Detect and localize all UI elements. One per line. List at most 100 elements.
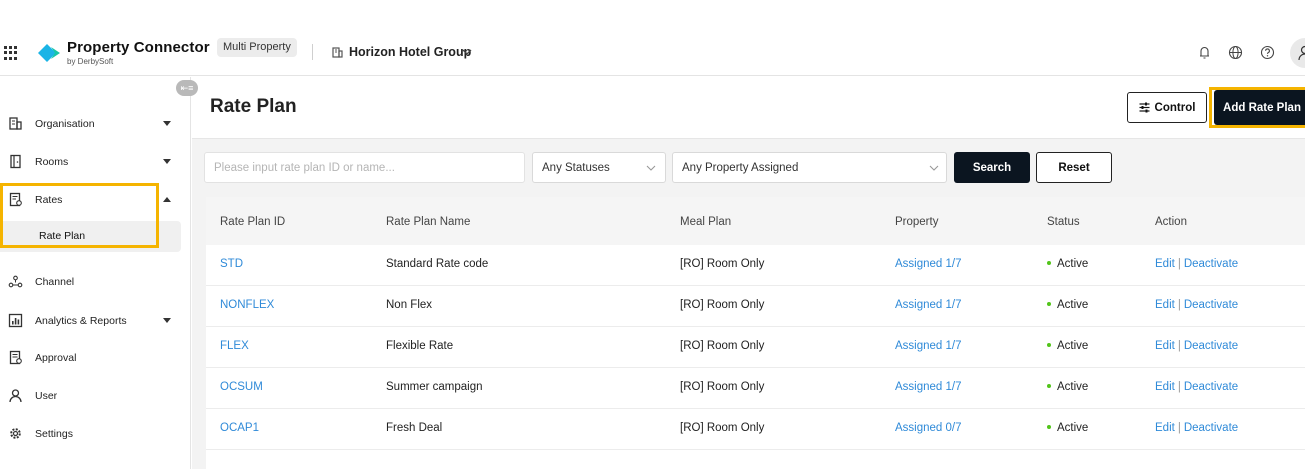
analytics-icon bbox=[8, 313, 23, 328]
sidebar-item-settings[interactable]: Settings bbox=[0, 420, 190, 448]
edit-link[interactable]: Edit bbox=[1155, 340, 1175, 352]
action-cell: Edit | Deactivate bbox=[1155, 381, 1238, 393]
status-text: Active bbox=[1057, 340, 1089, 352]
rate-plan-name: Fresh Deal bbox=[386, 422, 443, 434]
rate-plan-id-link[interactable]: OCSUM bbox=[220, 381, 263, 393]
hotel-group-selector[interactable]: Horizon Hotel Group bbox=[349, 45, 471, 59]
main-content: Rate Plan Control Add Rate Plan Any Stat… bbox=[192, 77, 1305, 469]
rate-plan-search-input[interactable] bbox=[204, 152, 525, 183]
page-title-bar: Rate Plan Control Add Rate Plan bbox=[192, 77, 1305, 139]
edit-link[interactable]: Edit bbox=[1155, 381, 1175, 393]
header-divider bbox=[312, 44, 313, 60]
property-filter-select[interactable]: Any Property Assigned bbox=[672, 152, 947, 183]
sliders-icon bbox=[1139, 102, 1150, 113]
building-icon bbox=[9, 117, 22, 130]
action-separator: | bbox=[1177, 299, 1181, 311]
deactivate-link[interactable]: Deactivate bbox=[1184, 258, 1238, 270]
rate-plan-name: Flexible Rate bbox=[386, 340, 454, 352]
caret-down-icon bbox=[163, 121, 171, 126]
status-text: Active bbox=[1057, 299, 1089, 311]
column-header-status: Status bbox=[1047, 216, 1080, 228]
caret-down-icon bbox=[163, 159, 171, 164]
brand-title[interactable]: Property Connector bbox=[67, 39, 210, 56]
user-avatar-icon bbox=[1298, 45, 1305, 61]
sidebar: Organisation Rooms Rates Rate Plan Chann… bbox=[0, 77, 191, 469]
sidebar-item-label: Settings bbox=[35, 428, 73, 440]
channel-network-icon bbox=[8, 275, 23, 288]
deactivate-link[interactable]: Deactivate bbox=[1184, 340, 1238, 352]
sidebar-item-approval[interactable]: Approval bbox=[0, 344, 190, 372]
deactivate-link[interactable]: Deactivate bbox=[1184, 381, 1238, 393]
rate-plan-id-link[interactable]: OCAP1 bbox=[220, 422, 259, 434]
table-row: FLEX Flexible Rate [RO] Room Only Assign… bbox=[206, 327, 1305, 368]
sidebar-item-channel[interactable]: Channel bbox=[0, 268, 190, 296]
brand-subtitle: by DerbySoft bbox=[67, 57, 114, 66]
meal-plan: [RO] Room Only bbox=[680, 381, 765, 393]
status-cell: Active bbox=[1047, 340, 1088, 352]
meal-plan: [RO] Room Only bbox=[680, 299, 765, 311]
status-filter-value: Any Statuses bbox=[542, 162, 610, 174]
user-avatar[interactable] bbox=[1290, 38, 1305, 68]
action-cell: Edit | Deactivate bbox=[1155, 299, 1238, 311]
brand-logo-icon bbox=[38, 44, 60, 62]
sidebar-item-label: Channel bbox=[35, 276, 75, 288]
rate-plan-id-link[interactable]: FLEX bbox=[220, 340, 249, 352]
rate-plan-table: Rate Plan ID Rate Plan Name Meal Plan Pr… bbox=[206, 197, 1305, 469]
sidebar-item-rates[interactable]: Rates bbox=[0, 186, 190, 214]
property-assigned-link[interactable]: Assigned 1/7 bbox=[895, 258, 962, 270]
sidebar-item-organisation[interactable]: Organisation bbox=[0, 110, 190, 138]
chevron-down-icon bbox=[646, 165, 656, 171]
apps-grid-icon[interactable] bbox=[4, 46, 18, 60]
action-cell: Edit | Deactivate bbox=[1155, 258, 1238, 270]
sidebar-item-label: User bbox=[35, 390, 58, 402]
column-header-action: Action bbox=[1155, 216, 1187, 228]
caret-up-icon bbox=[163, 197, 171, 202]
property-assigned-link[interactable]: Assigned 0/7 bbox=[895, 422, 962, 434]
chevron-down-icon bbox=[929, 165, 939, 171]
deactivate-link[interactable]: Deactivate bbox=[1184, 299, 1238, 311]
rate-plan-id-link[interactable]: NONFLEX bbox=[220, 299, 274, 311]
status-dot-icon bbox=[1047, 260, 1051, 265]
deactivate-link[interactable]: Deactivate bbox=[1184, 422, 1238, 434]
edit-link[interactable]: Edit bbox=[1155, 299, 1175, 311]
table-row: NONFLEX Non Flex [RO] Room Only Assigned… bbox=[206, 286, 1305, 327]
sidebar-item-rooms[interactable]: Rooms bbox=[0, 148, 190, 176]
status-dot-icon bbox=[1047, 424, 1051, 429]
status-dot-icon bbox=[1047, 301, 1051, 306]
table-row: OCAP1 Fresh Deal [RO] Room Only Assigned… bbox=[206, 409, 1305, 450]
top-header: Property Connector by DerbySoft Multi Pr… bbox=[0, 0, 1305, 76]
caret-down-icon bbox=[163, 318, 171, 323]
rates-doc-icon bbox=[9, 192, 22, 207]
property-assigned-link[interactable]: Assigned 1/7 bbox=[895, 381, 962, 393]
property-assigned-link[interactable]: Assigned 1/7 bbox=[895, 340, 962, 352]
property-filter-value: Any Property Assigned bbox=[682, 162, 799, 174]
edit-link[interactable]: Edit bbox=[1155, 422, 1175, 434]
search-button[interactable]: Search bbox=[954, 152, 1030, 183]
notification-icon[interactable] bbox=[1197, 45, 1212, 60]
add-rate-plan-button[interactable]: Add Rate Plan bbox=[1214, 90, 1305, 125]
chevron-down-icon[interactable] bbox=[462, 48, 472, 56]
status-filter-select[interactable]: Any Statuses bbox=[532, 152, 666, 183]
meal-plan: [RO] Room Only bbox=[680, 258, 765, 270]
sidebar-item-analytics-reports[interactable]: Analytics & Reports bbox=[0, 307, 190, 335]
control-button[interactable]: Control bbox=[1127, 92, 1207, 123]
status-dot-icon bbox=[1047, 342, 1051, 347]
sidebar-item-label: Analytics & Reports bbox=[35, 315, 127, 327]
sidebar-collapse-button[interactable]: ⇤≡ bbox=[176, 80, 198, 96]
sidebar-subitem-rate-plan[interactable]: Rate Plan bbox=[0, 221, 181, 252]
sidebar-item-user[interactable]: User bbox=[0, 382, 190, 410]
door-icon bbox=[10, 154, 21, 169]
rate-plan-id-link[interactable]: STD bbox=[220, 258, 243, 270]
sidebar-item-label: Rooms bbox=[35, 156, 69, 168]
status-cell: Active bbox=[1047, 422, 1088, 434]
column-header-meal-plan: Meal Plan bbox=[680, 216, 732, 228]
sidebar-subitem-label: Rate Plan bbox=[39, 230, 86, 242]
reset-button[interactable]: Reset bbox=[1036, 152, 1112, 183]
globe-icon[interactable] bbox=[1228, 45, 1243, 60]
rate-plan-name: Non Flex bbox=[386, 299, 433, 311]
edit-link[interactable]: Edit bbox=[1155, 258, 1175, 270]
property-assigned-link[interactable]: Assigned 1/7 bbox=[895, 299, 962, 311]
status-cell: Active bbox=[1047, 299, 1088, 311]
help-icon[interactable] bbox=[1260, 45, 1275, 60]
status-text: Active bbox=[1057, 381, 1089, 393]
